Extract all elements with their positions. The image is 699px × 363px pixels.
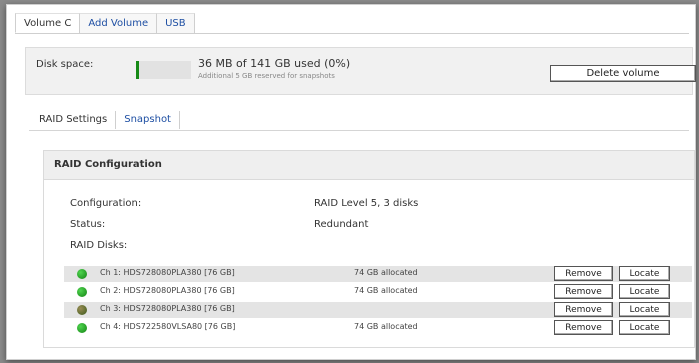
configuration-label: Configuration: [70,198,142,209]
raid-sub-tab-bar: RAID Settings Snapshot [31,111,180,129]
disk-row: Ch 3: HDS728080PLA380 [76 GB] Remove Loc… [64,302,692,318]
remove-disk-button[interactable]: Remove [554,320,613,335]
disk-name: Ch 4: HDS722580VLSA80 [76 GB] [100,322,236,331]
raid-panel-title: RAID Configuration [54,159,162,170]
raid-configuration-panel: RAID Configuration Configuration: RAID L… [43,150,695,348]
disk-space-panel: Disk space: 36 MB of 141 GB used (0%) Ad… [25,47,696,95]
volume-tab-bar: Volume C Add Volume USB [15,13,195,33]
disk-status-ok-icon [77,287,87,297]
disk-allocated: 74 GB allocated [354,322,418,331]
locate-disk-button[interactable]: Locate [619,284,670,299]
tab-add-volume[interactable]: Add Volume [79,13,157,33]
disk-used-text: 36 MB of 141 GB used (0%) [198,57,351,70]
disk-name: Ch 2: HDS728080PLA380 [76 GB] [100,286,235,295]
status-label: Status: [70,219,106,230]
sub-tab-divider [29,130,689,131]
configuration-value: RAID Level 5, 3 disks [314,198,419,209]
disk-allocated: 74 GB allocated [354,286,418,295]
disk-name: Ch 3: HDS728080PLA380 [76 GB] [100,304,235,313]
remove-disk-button[interactable]: Remove [554,302,613,317]
disk-usage-bar [136,61,191,79]
disk-status-ok-icon [77,323,87,333]
disk-name: Ch 1: HDS728080PLA380 [76 GB] [100,268,235,277]
tab-usb[interactable]: USB [156,13,195,33]
disk-usage-fill [136,61,139,79]
disk-row: Ch 1: HDS728080PLA380 [76 GB] 74 GB allo… [64,266,692,282]
tab-snapshot[interactable]: Snapshot [115,111,180,129]
tab-raid-settings[interactable]: RAID Settings [31,111,115,129]
tab-bar-divider [15,33,689,34]
volume-window: Volume C Add Volume USB Disk space: 36 M… [6,4,696,360]
disk-allocated: 74 GB allocated [354,268,418,277]
locate-disk-button[interactable]: Locate [619,266,670,281]
disk-reserved-text: Additional 5 GB reserved for snapshots [198,72,335,80]
raid-panel-header: RAID Configuration [44,151,694,180]
raid-disks-label: RAID Disks: [70,240,128,251]
remove-disk-button[interactable]: Remove [554,266,613,281]
delete-volume-button[interactable]: Delete volume [550,65,696,82]
disk-row: Ch 2: HDS728080PLA380 [76 GB] 74 GB allo… [64,284,692,300]
locate-disk-button[interactable]: Locate [619,320,670,335]
remove-disk-button[interactable]: Remove [554,284,613,299]
tab-volume-c[interactable]: Volume C [15,13,80,33]
disk-space-label: Disk space: [36,59,94,70]
locate-disk-button[interactable]: Locate [619,302,670,317]
disk-row: Ch 4: HDS722580VLSA80 [76 GB] 74 GB allo… [64,320,692,336]
disk-status-ok-icon [77,269,87,279]
status-value: Redundant [314,219,369,230]
disk-status-warning-icon [77,305,87,315]
